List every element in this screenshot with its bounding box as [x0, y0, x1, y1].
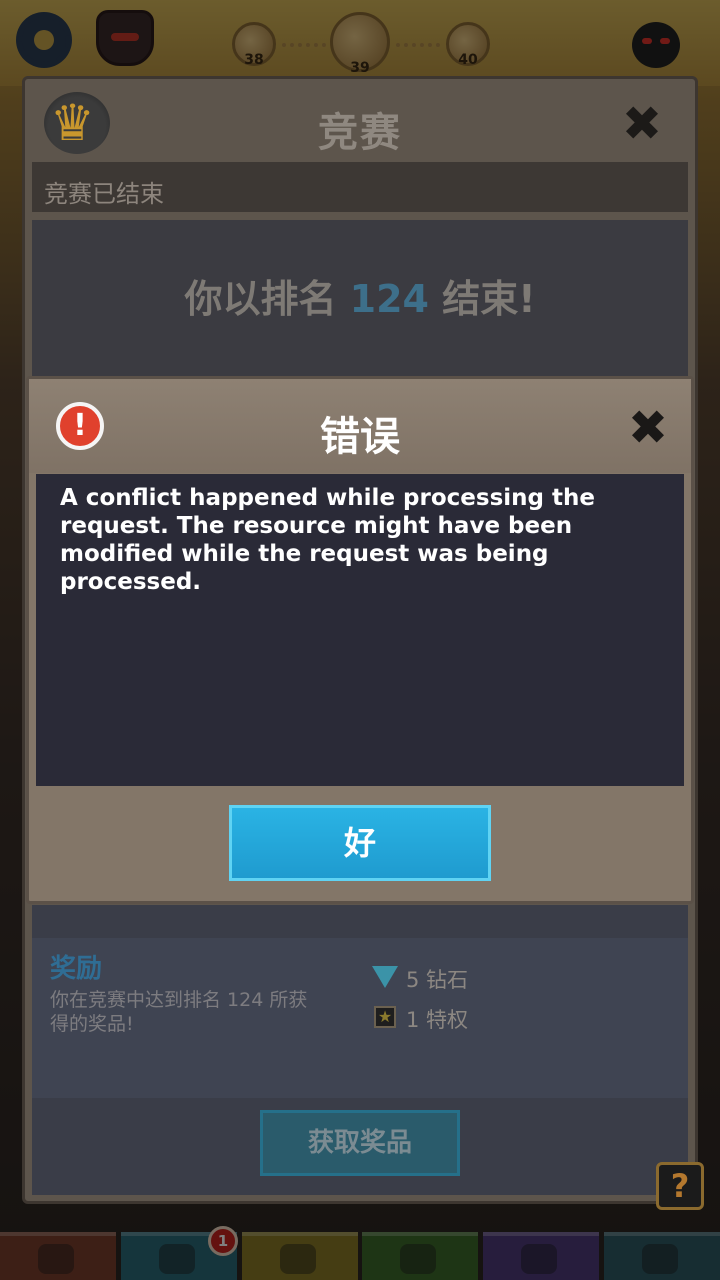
rank-value: 124 [349, 277, 429, 321]
rank-prefix: 你以排名 [184, 277, 350, 321]
alert-icon: ! [56, 402, 104, 450]
error-close-button[interactable]: ✖ [624, 404, 672, 452]
diamond-icon [372, 966, 398, 988]
reward-diamond-text: 5 钻石 [406, 968, 469, 992]
reward-title: 奖励 [50, 954, 103, 984]
reward-privilege-text: 1 特权 [406, 1008, 469, 1032]
help-button[interactable]: ? [656, 1162, 704, 1210]
claim-reward-button[interactable]: 获取奖品 [260, 1110, 460, 1176]
ok-button[interactable]: 好 [229, 805, 491, 881]
crown-icon [44, 92, 110, 154]
error-title: 错误 [320, 414, 400, 460]
reward-description: 你在竞赛中达到排名 124 所获得的奖品! [50, 989, 308, 1035]
rank-result-text: 你以排名 124 结束! [32, 268, 688, 323]
tournament-title: 竞赛 [318, 110, 402, 156]
tournament-status-text: 竞赛已结束 [44, 180, 164, 208]
tournament-close-button[interactable]: ✖ [618, 100, 666, 148]
rank-suffix: 结束! [429, 277, 536, 321]
error-message-text: A conflict happened while processing the… [60, 485, 595, 595]
star-icon: ★ [374, 1006, 396, 1028]
